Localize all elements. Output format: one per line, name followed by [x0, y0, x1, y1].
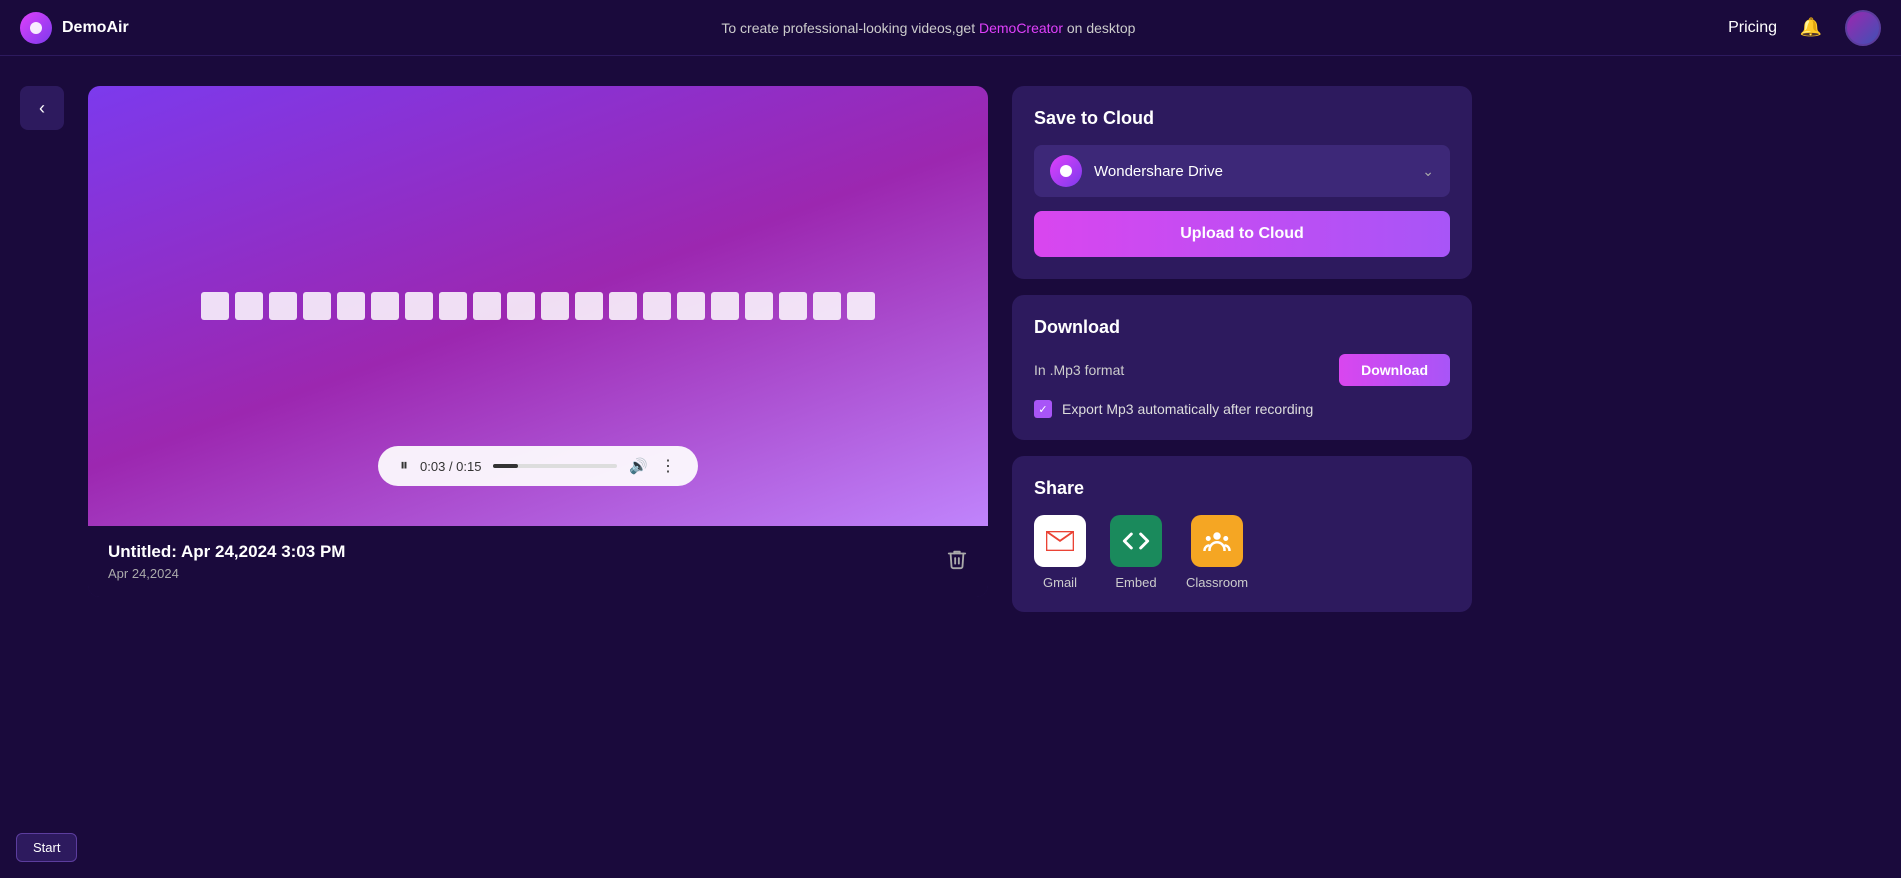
share-title: Share	[1034, 478, 1450, 499]
logo-text: DemoAir	[62, 19, 129, 37]
promo-text-before: To create professional-looking videos,ge…	[721, 20, 979, 36]
avatar[interactable]	[1845, 10, 1881, 46]
video-card: ⏸ 0:03 / 0:15 🔊 ⋮ Untitled: Apr 24,2024 …	[88, 86, 988, 597]
more-options-button[interactable]: ⋮	[660, 456, 676, 476]
play-pause-icon: ⏸	[400, 457, 408, 475]
waveform-bar	[575, 292, 603, 320]
waveform-bar	[507, 292, 535, 320]
wondershare-icon-inner	[1060, 165, 1072, 177]
gmail-icon-box	[1034, 515, 1086, 567]
volume-icon: 🔊	[629, 457, 648, 475]
header-right: Pricing 🔔	[1728, 10, 1881, 46]
cloud-drive-selector[interactable]: Wondershare Drive ⌄	[1034, 145, 1450, 197]
share-icons: Gmail Embed	[1034, 515, 1450, 590]
notification-icon[interactable]: 🔔	[1797, 14, 1825, 42]
waveform-bar	[405, 292, 433, 320]
logo-area: DemoAir	[20, 12, 129, 44]
auto-export-checkbox[interactable]: ✓	[1034, 400, 1052, 418]
waveform-bar	[337, 292, 365, 320]
classroom-label: Classroom	[1186, 575, 1248, 590]
waveform-bar	[745, 292, 773, 320]
waveform-bar	[541, 292, 569, 320]
video-info: Untitled: Apr 24,2024 3:03 PM Apr 24,202…	[88, 526, 988, 597]
video-title: Untitled: Apr 24,2024 3:03 PM	[108, 542, 345, 562]
download-row: In .Mp3 format Download	[1034, 354, 1450, 386]
waveform-bars	[201, 292, 875, 320]
waveform-bar	[303, 292, 331, 320]
download-button[interactable]: Download	[1339, 354, 1450, 386]
more-icon: ⋮	[660, 456, 676, 476]
download-title: Download	[1034, 317, 1450, 338]
time-display: 0:03 / 0:15	[420, 459, 481, 474]
waveform-bar	[235, 292, 263, 320]
share-item-embed[interactable]: Embed	[1110, 515, 1162, 590]
logo-icon-inner	[30, 22, 42, 34]
share-card: Share	[1012, 456, 1472, 612]
back-icon: ‹	[39, 98, 45, 119]
progress-bar-fill	[493, 464, 518, 468]
waveform-bar	[473, 292, 501, 320]
dropdown-arrow-icon: ⌄	[1422, 163, 1434, 180]
waveform-bar	[643, 292, 671, 320]
wondershare-drive-icon	[1050, 155, 1082, 187]
total-time: 0:15	[456, 459, 481, 474]
video-metadata: Untitled: Apr 24,2024 3:03 PM Apr 24,202…	[108, 542, 345, 581]
classroom-icon-box	[1191, 515, 1243, 567]
checkmark-icon: ✓	[1038, 403, 1047, 416]
embed-icon-box	[1110, 515, 1162, 567]
waveform-bar	[813, 292, 841, 320]
progress-bar[interactable]	[493, 464, 617, 468]
header: DemoAir To create professional-looking v…	[0, 0, 1901, 56]
share-item-gmail[interactable]: Gmail	[1034, 515, 1086, 590]
waveform-bar	[371, 292, 399, 320]
video-display: ⏸ 0:03 / 0:15 🔊 ⋮	[88, 86, 988, 526]
gmail-icon	[1044, 525, 1076, 557]
gmail-label: Gmail	[1043, 575, 1077, 590]
player-controls: ⏸ 0:03 / 0:15 🔊 ⋮	[378, 446, 698, 486]
waveform-bar	[677, 292, 705, 320]
delete-icon	[946, 553, 968, 575]
classroom-icon	[1202, 526, 1232, 556]
cloud-drive-name: Wondershare Drive	[1094, 163, 1223, 180]
promo-banner: To create professional-looking videos,ge…	[721, 20, 1135, 36]
promo-text-after: on desktop	[1063, 20, 1135, 36]
logo-icon	[20, 12, 52, 44]
waveform-bar	[847, 292, 875, 320]
start-button[interactable]: Start	[16, 833, 77, 862]
upload-to-cloud-button[interactable]: Upload to Cloud	[1034, 211, 1450, 257]
main-content: ‹	[0, 56, 1901, 632]
embed-icon	[1122, 527, 1150, 555]
right-panel: Save to Cloud Wondershare Drive ⌄ Upload…	[1012, 86, 1472, 612]
download-card: Download In .Mp3 format Download ✓ Expor…	[1012, 295, 1472, 440]
waveform-bar	[201, 292, 229, 320]
share-item-classroom[interactable]: Classroom	[1186, 515, 1248, 590]
auto-export-row: ✓ Export Mp3 automatically after recordi…	[1034, 400, 1450, 418]
embed-label: Embed	[1115, 575, 1156, 590]
democreator-link[interactable]: DemoCreator	[979, 20, 1063, 36]
save-to-cloud-card: Save to Cloud Wondershare Drive ⌄ Upload…	[1012, 86, 1472, 279]
waveform-bar	[439, 292, 467, 320]
waveform-bar	[609, 292, 637, 320]
waveform-bar	[269, 292, 297, 320]
auto-export-label: Export Mp3 automatically after recording	[1062, 401, 1313, 417]
volume-button[interactable]: 🔊	[629, 457, 648, 475]
play-pause-button[interactable]: ⏸	[400, 457, 408, 475]
format-label: In .Mp3 format	[1034, 362, 1124, 378]
delete-button[interactable]	[946, 548, 968, 576]
waveform-bar	[711, 292, 739, 320]
waveform-bar	[779, 292, 807, 320]
pricing-link[interactable]: Pricing	[1728, 19, 1777, 37]
back-button[interactable]: ‹	[20, 86, 64, 130]
cloud-selector-left: Wondershare Drive	[1050, 155, 1223, 187]
video-date: Apr 24,2024	[108, 566, 345, 581]
current-time: 0:03	[420, 459, 445, 474]
save-to-cloud-title: Save to Cloud	[1034, 108, 1450, 129]
